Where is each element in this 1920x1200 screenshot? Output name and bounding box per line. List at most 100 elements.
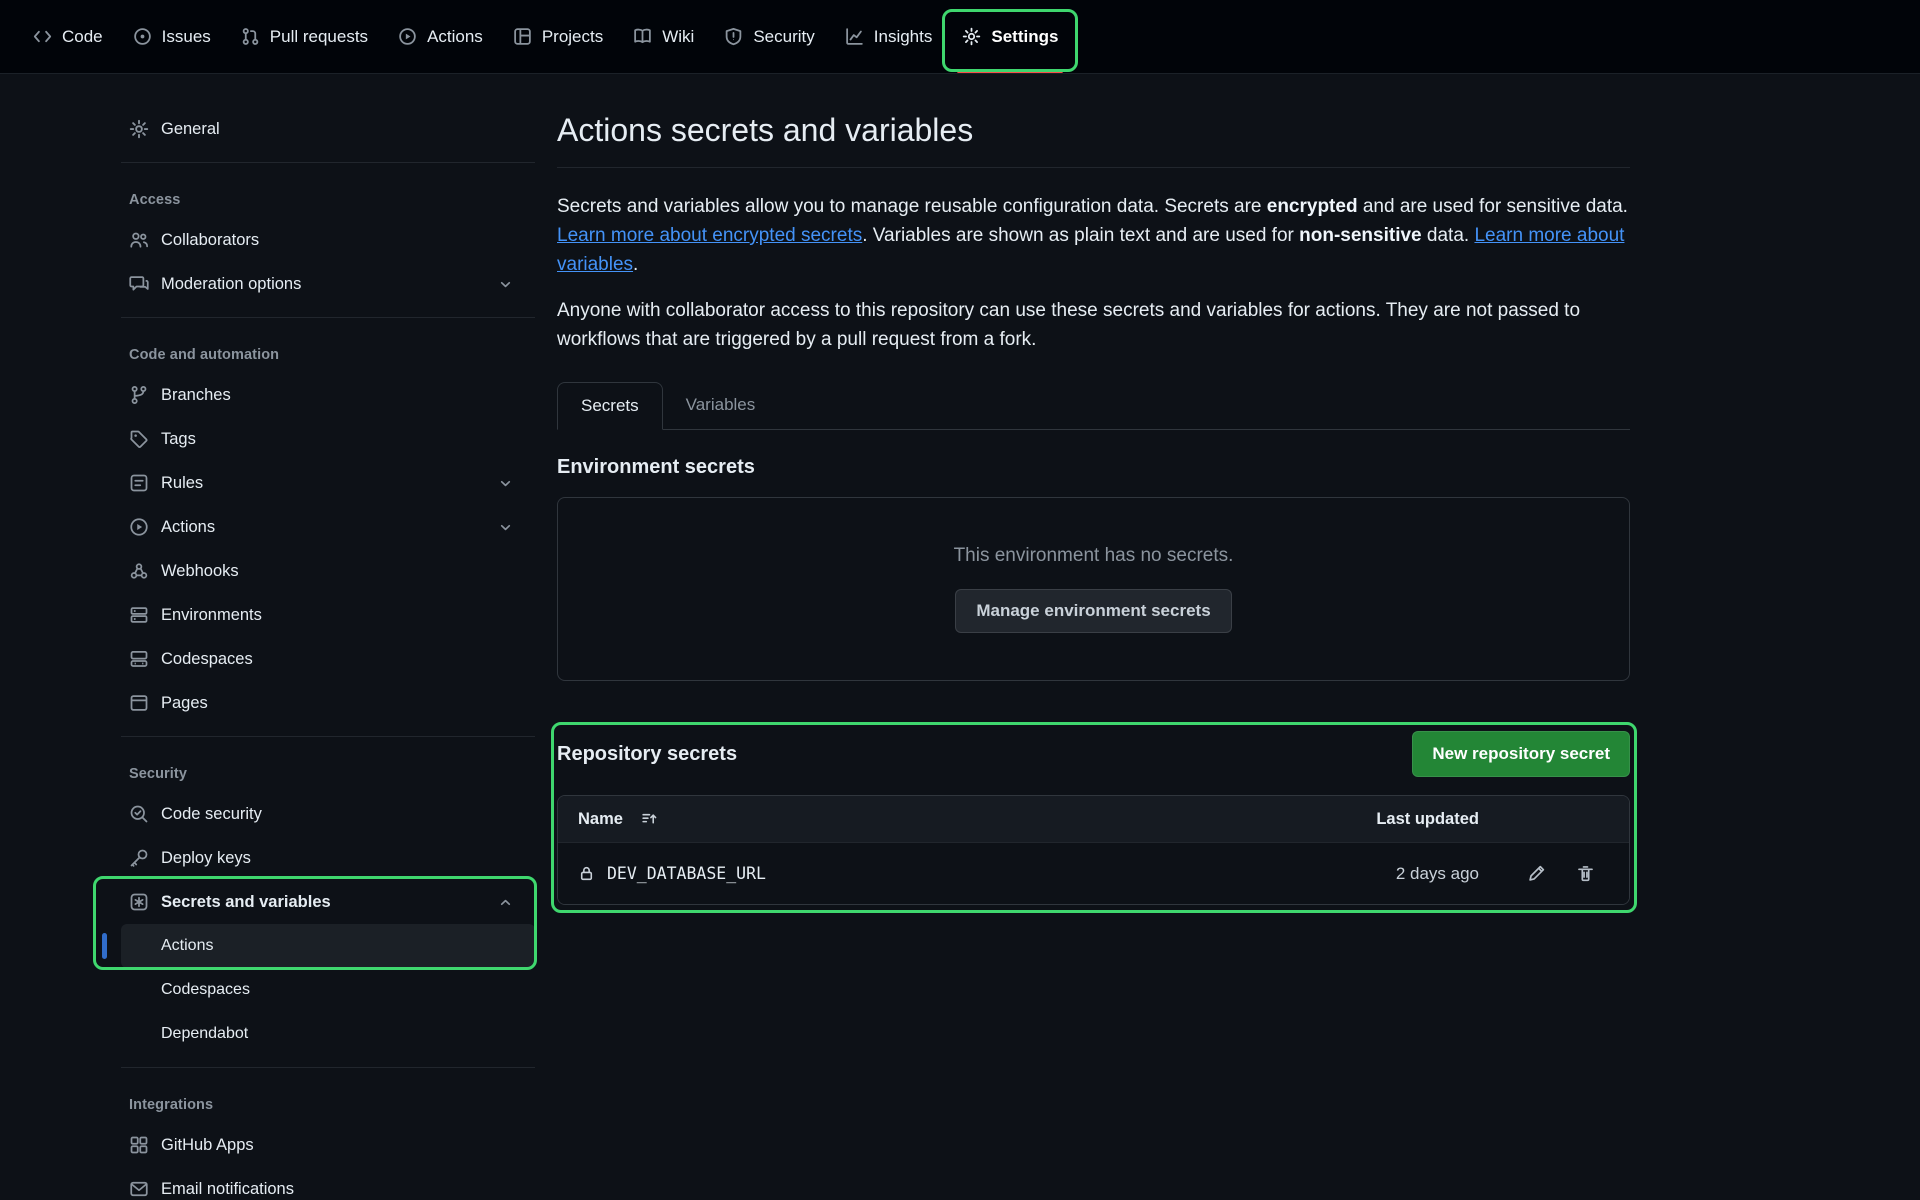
link-encrypted-secrets[interactable]: Learn more about encrypted secrets	[557, 225, 862, 246]
repository-secrets-section: Repository secrets New repository secret…	[557, 731, 1630, 905]
nav-tab-security[interactable]: Security	[709, 0, 829, 73]
sidebar-item-email-notifications[interactable]: Email notifications	[121, 1167, 535, 1200]
secret-updated: 2 days ago	[1309, 864, 1479, 884]
secrets-table-header: Name Last updated	[558, 796, 1629, 842]
sidebar-item-webhooks[interactable]: Webhooks	[121, 549, 535, 593]
nav-tab-label: Projects	[542, 27, 603, 47]
play-icon	[129, 517, 149, 537]
intro-paragraph-2: Anyone with collaborator access to this …	[557, 296, 1630, 354]
gear-icon	[129, 119, 149, 139]
mail-icon	[129, 1179, 149, 1199]
browser-icon	[129, 693, 149, 713]
sidebar-subitem-actions[interactable]: Actions	[121, 924, 535, 968]
sidebar-item-github-apps[interactable]: GitHub Apps	[121, 1123, 535, 1167]
settings-sidebar: General Access Collaborators Moderation …	[121, 74, 535, 1200]
column-header-last-updated: Last updated	[1309, 810, 1479, 829]
sidebar-divider	[121, 736, 535, 737]
chevron-down-icon	[498, 277, 513, 292]
sidebar-section-code-automation: Code and automation	[121, 329, 535, 373]
sidebar-item-code-security[interactable]: Code security	[121, 792, 535, 836]
nav-tab-insights[interactable]: Insights	[830, 0, 948, 73]
intro-text: data.	[1422, 225, 1475, 246]
active-tab-underline	[957, 70, 1063, 73]
sidebar-item-general[interactable]: General	[121, 107, 535, 151]
sidebar-item-codespaces[interactable]: Codespaces	[121, 637, 535, 681]
issue-opened-icon	[133, 27, 152, 46]
sidebar-item-deploy-keys[interactable]: Deploy keys	[121, 836, 535, 880]
nav-tab-wiki[interactable]: Wiki	[618, 0, 709, 73]
sidebar-item-label: Secrets and variables	[161, 893, 331, 912]
nav-tab-code[interactable]: Code	[18, 0, 118, 73]
sidebar-item-rules[interactable]: Rules	[121, 461, 535, 505]
sidebar-item-collaborators[interactable]: Collaborators	[121, 218, 535, 262]
nav-tab-label: Wiki	[662, 27, 694, 47]
manage-environment-secrets-button[interactable]: Manage environment secrets	[955, 589, 1231, 633]
sidebar-item-label: Moderation options	[161, 275, 301, 294]
nav-tab-actions[interactable]: Actions	[383, 0, 498, 73]
intro-bold-non-sensitive: non-sensitive	[1299, 225, 1421, 246]
environment-secrets-box: This environment has no secrets. Manage …	[557, 497, 1630, 681]
nav-tab-issues[interactable]: Issues	[118, 0, 226, 73]
repo-nav: Code Issues Pull requests Actions Projec…	[0, 0, 1920, 74]
intro-text: . Variables are shown as plain text and …	[862, 225, 1299, 246]
settings-tab-highlight: Settings	[947, 0, 1073, 73]
secrets-table: Name Last updated DEV_DATABASE_URL 2 day…	[557, 795, 1630, 905]
secrets-variables-tabnav: Secrets Variables	[557, 382, 1630, 430]
nav-tab-projects[interactable]: Projects	[498, 0, 618, 73]
sidebar-item-pages[interactable]: Pages	[121, 681, 535, 725]
sidebar-item-label: Email notifications	[161, 1180, 294, 1199]
sidebar-divider	[121, 162, 535, 163]
apps-grid-icon	[129, 1135, 149, 1155]
people-icon	[129, 230, 149, 250]
sidebar-item-branches[interactable]: Branches	[121, 373, 535, 417]
sidebar-item-actions[interactable]: Actions	[121, 505, 535, 549]
nav-tab-label: Settings	[991, 27, 1058, 47]
nav-tab-settings[interactable]: Settings	[947, 0, 1073, 73]
sidebar-subitem-dependabot[interactable]: Dependabot	[121, 1012, 535, 1056]
sidebar-item-label: Pages	[161, 694, 208, 713]
git-pull-request-icon	[241, 27, 260, 46]
sidebar-item-label: Deploy keys	[161, 849, 251, 868]
checklist-icon	[129, 473, 149, 493]
sidebar-subitem-label: Actions	[161, 937, 213, 955]
secret-name-cell: DEV_DATABASE_URL	[578, 864, 1309, 883]
sidebar-item-tags[interactable]: Tags	[121, 417, 535, 461]
column-header-name[interactable]: Name	[578, 810, 1309, 829]
sidebar-item-label: Branches	[161, 386, 231, 405]
graph-icon	[845, 27, 864, 46]
table-icon	[513, 27, 532, 46]
sidebar-item-secrets-and-variables[interactable]: Secrets and variables	[121, 880, 535, 924]
main-content: Actions secrets and variables Secrets an…	[557, 74, 1630, 905]
secret-row: DEV_DATABASE_URL 2 days ago	[558, 842, 1629, 904]
tab-secrets[interactable]: Secrets	[557, 382, 663, 430]
sidebar-item-moderation-options[interactable]: Moderation options	[121, 262, 535, 306]
repository-secrets-heading: Repository secrets	[557, 743, 737, 766]
sidebar-item-label: Code security	[161, 805, 262, 824]
intro-text: Secrets and variables allow you to manag…	[557, 196, 1267, 217]
sidebar-subitem-label: Dependabot	[161, 1025, 248, 1043]
nav-tab-pull-requests[interactable]: Pull requests	[226, 0, 383, 73]
tab-variables[interactable]: Variables	[663, 382, 779, 429]
shield-icon	[724, 27, 743, 46]
sidebar-item-label: Collaborators	[161, 231, 259, 250]
intro-bold-encrypted: encrypted	[1267, 196, 1358, 217]
webhook-icon	[129, 561, 149, 581]
secrets-highlight-group: Secrets and variables Actions	[121, 880, 535, 968]
trash-icon[interactable]	[1576, 864, 1595, 883]
column-header-label: Name	[578, 810, 623, 829]
sidebar-divider	[121, 317, 535, 318]
sidebar-divider	[121, 1067, 535, 1068]
sidebar-item-label: General	[161, 120, 220, 139]
sidebar-item-environments[interactable]: Environments	[121, 593, 535, 637]
nav-tab-label: Security	[753, 27, 814, 47]
code-icon	[33, 27, 52, 46]
sidebar-subitem-codespaces[interactable]: Codespaces	[121, 968, 535, 1012]
repository-secrets-header: Repository secrets New repository secret	[557, 731, 1630, 777]
new-repository-secret-button[interactable]: New repository secret	[1412, 731, 1630, 777]
pencil-icon[interactable]	[1527, 864, 1546, 883]
book-icon	[633, 27, 652, 46]
sidebar-item-label: GitHub Apps	[161, 1136, 254, 1155]
git-branch-icon	[129, 385, 149, 405]
key-asterisk-icon	[129, 892, 149, 912]
sidebar-section-access: Access	[121, 174, 535, 218]
